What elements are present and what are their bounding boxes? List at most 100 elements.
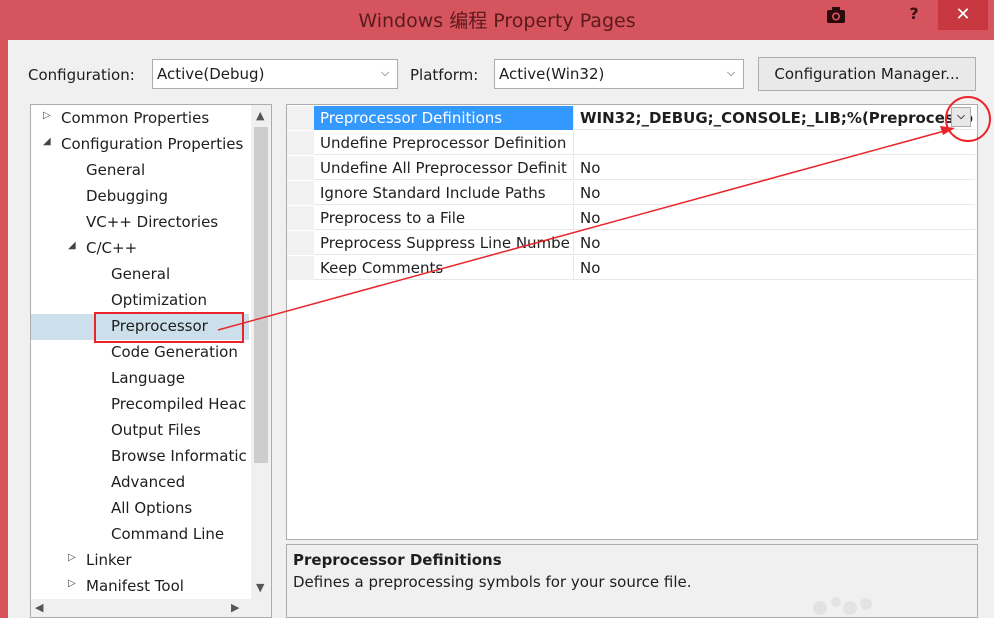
dialog-body: Configuration: Active(Debug) ⌵ Platform:… [8, 40, 994, 618]
configuration-value: Active(Debug) [157, 65, 265, 83]
tree-item[interactable]: Language [31, 366, 251, 392]
property-value[interactable]: No [573, 231, 973, 255]
row-gutter [287, 256, 314, 280]
property-row[interactable]: Preprocess Suppress Line Numbe No [287, 231, 975, 255]
help-button[interactable]: ? [900, 4, 928, 26]
tree-item[interactable]: Preprocessor [31, 314, 251, 340]
property-name[interactable]: Keep Comments [314, 256, 573, 280]
chevron-down-icon: ⌵ [726, 66, 736, 79]
tree-item[interactable]: Output Files [31, 418, 251, 444]
tree-item-label: Debugging [86, 187, 169, 205]
tree-item[interactable]: Command Line [31, 522, 251, 548]
tree-horizontal-scrollbar[interactable]: ◀ ▶ [31, 599, 271, 617]
tree-item-label: Optimization [111, 291, 207, 309]
title-bar: Windows 编程 Property Pages ? ✕ [0, 0, 994, 40]
property-value-text: No [580, 209, 601, 227]
platform-label-text: Platform: [410, 66, 479, 84]
property-value[interactable]: No [573, 256, 973, 280]
tree-item[interactable]: ▷ Linker [31, 548, 251, 574]
property-value[interactable]: No [573, 156, 973, 180]
tree-item-label: Browse Informatic [111, 447, 247, 465]
tree-item-label: General [111, 265, 171, 283]
tree-item[interactable]: ◢ C/C++ [31, 236, 251, 262]
property-name[interactable]: Undefine All Preprocessor Definit [314, 156, 573, 180]
tree-item-label: Advanced [111, 473, 186, 491]
tree-item[interactable]: General [31, 262, 251, 288]
tree-item[interactable]: ▷ Manifest Tool [31, 574, 251, 600]
tree-item-label: Code Generation [111, 343, 238, 361]
description-text: Defines a preprocessing symbols for your… [293, 573, 692, 591]
property-row[interactable]: Ignore Standard Include Paths No [287, 181, 975, 205]
tree-item[interactable]: VC++ Directories [31, 210, 251, 236]
property-value-text: No [580, 159, 601, 177]
property-tree[interactable]: ▷ Common Properties ◢ Configuration Propert… [30, 104, 272, 618]
configuration-label-text: Configuration: [28, 66, 135, 84]
property-row[interactable]: Preprocessor Definitions WIN32;_DEBUG;_CO… [287, 106, 975, 130]
row-gutter [287, 106, 314, 130]
tree-item-label: General [86, 161, 146, 179]
property-value-text: No [580, 234, 601, 252]
triangle-right-icon[interactable]: ▷ [68, 552, 76, 563]
tree-item-label: Configuration Properties [61, 135, 244, 153]
property-grid[interactable]: Preprocessor Definitions WIN32;_DEBUG;_CO… [286, 104, 978, 540]
watermark-logo [813, 597, 872, 615]
scroll-right-icon[interactable]: ▶ [231, 601, 239, 614]
description-title: Preprocessor Definitions [293, 551, 502, 569]
property-value[interactable]: No [573, 206, 973, 230]
property-row[interactable]: Preprocess to a File No [287, 206, 975, 230]
row-gutter [287, 181, 314, 205]
tree-item[interactable]: Optimization [31, 288, 251, 314]
property-value-text: No [580, 259, 601, 277]
camera-icon[interactable] [826, 6, 846, 24]
property-row[interactable]: Undefine All Preprocessor Definit No [287, 156, 975, 180]
configuration-combo[interactable]: Active(Debug) ⌵ [152, 59, 398, 89]
tree-item-label: C/C++ [86, 239, 138, 257]
property-row[interactable]: Undefine Preprocessor Definition [287, 131, 975, 155]
close-button[interactable]: ✕ [938, 0, 988, 30]
property-name[interactable]: Preprocessor Definitions [314, 106, 573, 130]
tree-item[interactable]: ◢ Configuration Properties [31, 132, 251, 158]
tree-item-label: Common Properties [61, 109, 210, 127]
property-name[interactable]: Preprocess to a File [314, 206, 573, 230]
property-value[interactable]: No [573, 181, 973, 205]
scroll-down-icon[interactable]: ▼ [256, 581, 264, 594]
platform-combo[interactable]: Active(Win32) ⌵ [494, 59, 744, 89]
chevron-down-icon[interactable]: ⌵ [951, 107, 971, 127]
tree-item-label: All Options [111, 499, 193, 517]
tree-item[interactable]: Code Generation [31, 340, 251, 366]
triangle-right-icon[interactable]: ▷ [68, 578, 76, 589]
property-value[interactable] [573, 131, 973, 155]
triangle-right-icon[interactable]: ▷ [43, 110, 51, 121]
tree-scroll-thumb[interactable] [254, 127, 268, 463]
property-name[interactable]: Preprocess Suppress Line Numbe [314, 231, 573, 255]
tree-item-label: Command Line [111, 525, 225, 543]
property-value[interactable]: WIN32;_DEBUG;_CONSOLE;_LIB;%(Preprocesso… [573, 106, 973, 130]
property-value-text: WIN32;_DEBUG;_CONSOLE;_LIB;%(Preprocesso… [580, 109, 973, 127]
row-gutter [287, 231, 314, 255]
tree-item[interactable]: General [31, 158, 251, 184]
tree-item[interactable]: Precompiled Heac [31, 392, 251, 418]
platform-value: Active(Win32) [499, 65, 605, 83]
tree-item-label: Preprocessor [111, 317, 208, 335]
triangle-down-icon[interactable]: ◢ [68, 240, 76, 251]
property-row[interactable]: Keep Comments No [287, 256, 975, 280]
tree-item[interactable]: Browse Informatic [31, 444, 251, 470]
property-name[interactable]: Ignore Standard Include Paths [314, 181, 573, 205]
row-gutter [287, 206, 314, 230]
tree-item[interactable]: All Options [31, 496, 251, 522]
tree-item-label: Manifest Tool [86, 577, 184, 595]
tree-item-label: Output Files [111, 421, 201, 439]
tree-item-label: VC++ Directories [86, 213, 219, 231]
tree-item-label: Language [111, 369, 186, 387]
chevron-down-icon: ⌵ [380, 66, 390, 79]
property-name[interactable]: Undefine Preprocessor Definition [314, 131, 573, 155]
tree-item[interactable]: ▷ Common Properties [31, 106, 251, 132]
configuration-manager-button[interactable]: Configuration Manager... [758, 57, 976, 91]
tree-item[interactable]: Advanced [31, 470, 251, 496]
tree-vertical-scrollbar[interactable]: ▲ ▼ [251, 105, 271, 599]
scroll-left-icon[interactable]: ◀ [35, 601, 43, 614]
tree-item-label: Precompiled Heac [111, 395, 247, 413]
tree-item[interactable]: Debugging [31, 184, 251, 210]
triangle-down-icon[interactable]: ◢ [43, 136, 51, 147]
scroll-up-icon[interactable]: ▲ [256, 109, 264, 122]
